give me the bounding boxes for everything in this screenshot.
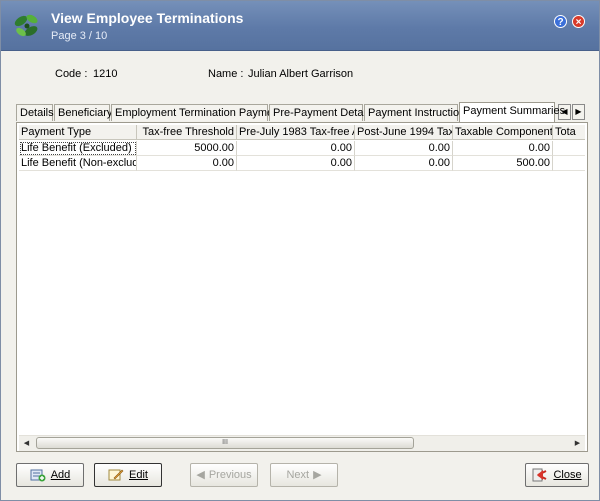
edit-icon <box>108 469 124 481</box>
column-header-tax-free-threshold[interactable]: Tax-free Threshold <box>137 125 237 140</box>
pre-july-1983-cell[interactable]: 0.00 <box>237 141 355 156</box>
page-indicator: Page 3 / 10 <box>51 30 108 42</box>
next-button-label: Next <box>286 469 310 481</box>
scrollbar-thumb[interactable]: III <box>36 437 414 449</box>
post-june-1994-cell[interactable]: 0.00 <box>355 141 453 156</box>
code-value: 1210 <box>93 68 118 80</box>
column-header-taxable-component[interactable]: Taxable Component <box>453 125 553 140</box>
tab-payment-instructions[interactable]: Payment Instructions <box>364 104 471 121</box>
close-button-label: Close <box>553 469 582 481</box>
payment-type-cell[interactable]: Life Benefit (Excluded) <box>19 141 137 156</box>
payment-summaries-panel: Payment Type Tax-free Threshold Pre-July… <box>16 122 588 452</box>
column-header-payment-type[interactable]: Payment Type <box>19 125 137 140</box>
previous-button[interactable]: ◀ Previous <box>190 463 258 487</box>
horizontal-scrollbar[interactable]: ◀ III ▶ <box>19 435 585 451</box>
leaf-logo-icon <box>14 14 38 37</box>
name-value: Julian Albert Garrison <box>248 68 354 80</box>
tax-free-threshold-cell[interactable]: 0.00 <box>137 156 237 171</box>
previous-button-label: Previous <box>208 469 252 481</box>
column-header-post-june-1994[interactable]: Post-June 1994 Tax... <box>355 125 453 140</box>
title-bar: View Employee Terminations Page 3 / 10 ?… <box>1 1 599 51</box>
name-label: Name : <box>208 68 244 80</box>
tax-free-threshold-cell[interactable]: 5000.00 <box>137 141 237 156</box>
total-cell[interactable] <box>553 141 585 156</box>
total-cell[interactable] <box>553 156 585 171</box>
payment-summaries-grid: Payment Type Tax-free Threshold Pre-July… <box>19 125 585 435</box>
grid-header-row: Payment Type Tax-free Threshold Pre-July… <box>19 125 585 140</box>
scroll-right-icon[interactable]: ▶ <box>570 436 585 451</box>
column-header-total[interactable]: Tota <box>553 125 585 140</box>
edit-button-label: Edit <box>129 469 148 481</box>
add-button[interactable]: Add <box>16 463 84 487</box>
close-button[interactable]: Close <box>525 463 589 487</box>
close-icon[interactable]: × <box>572 15 585 28</box>
add-icon <box>30 469 46 482</box>
column-header-pre-july-1983[interactable]: Pre-July 1983 Tax-free A... <box>237 125 355 140</box>
tab-pre-payment-details[interactable]: Pre-Payment Details <box>269 104 374 121</box>
edit-button[interactable]: Edit <box>94 463 162 487</box>
window: View Employee Terminations Page 3 / 10 ?… <box>0 0 600 501</box>
payment-type-cell[interactable]: Life Benefit (Non-excluded) <box>19 156 137 171</box>
table-row[interactable]: Life Benefit (Non-excluded) 0.00 0.00 0.… <box>19 156 585 171</box>
previous-arrow-icon: ◀ <box>196 469 205 481</box>
add-button-label: Add <box>50 469 71 481</box>
tab-payment-summaries[interactable]: Payment Summaries <box>459 102 565 122</box>
tab-details[interactable]: Details <box>16 104 54 121</box>
post-june-1994-cell[interactable]: 0.00 <box>355 156 453 171</box>
next-button[interactable]: Next ▶ <box>270 463 338 487</box>
taxable-component-cell[interactable]: 500.00 <box>453 156 553 171</box>
tab-beneficiary[interactable]: Beneficiary <box>54 104 112 121</box>
scroll-left-icon[interactable]: ◀ <box>19 436 34 451</box>
tab-strip: Details Beneficiary Employment Terminati… <box>16 102 586 122</box>
next-arrow-icon: ▶ <box>313 469 322 481</box>
window-title: View Employee Terminations <box>51 10 244 26</box>
tab-scroll-right-icon[interactable]: ▶ <box>572 104 585 120</box>
pre-july-1983-cell[interactable]: 0.00 <box>237 156 355 171</box>
taxable-component-cell[interactable]: 0.00 <box>453 141 553 156</box>
code-label: Code : <box>55 68 88 80</box>
help-icon[interactable]: ? <box>554 15 567 28</box>
exit-icon <box>532 468 547 482</box>
table-row[interactable]: Life Benefit (Excluded) 5000.00 0.00 0.0… <box>19 141 585 156</box>
tab-employment-termination-payments[interactable]: Employment Termination Payments <box>111 104 288 121</box>
